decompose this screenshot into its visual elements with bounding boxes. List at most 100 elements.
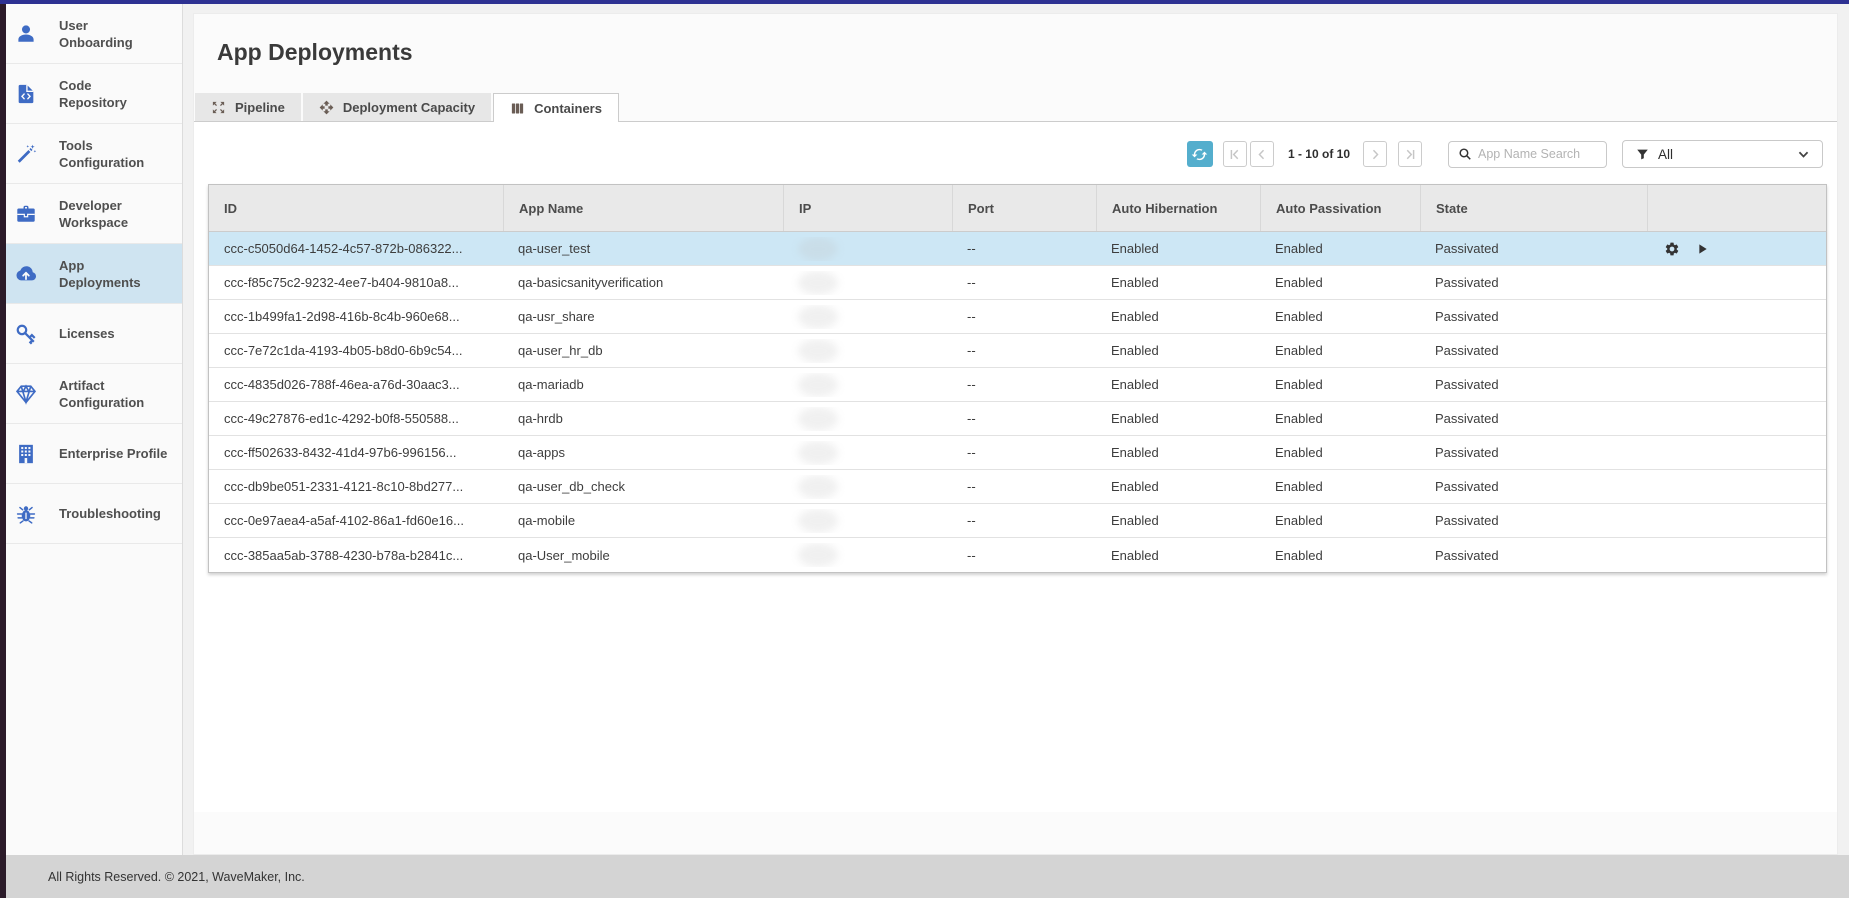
- cell-id: ccc-1b499fa1-2d98-416b-8c4b-960e68...: [209, 309, 503, 324]
- cell-port: --: [952, 343, 1096, 358]
- cell-state: Passivated: [1420, 479, 1647, 494]
- tab-deployment-capacity[interactable]: Deployment Capacity: [303, 93, 491, 121]
- cell-auto-passivation: Enabled: [1260, 513, 1420, 528]
- cell-ip: [783, 305, 952, 329]
- cell-auto-passivation: Enabled: [1260, 309, 1420, 324]
- content-panel: App Deployments PipelineDeployment Capac…: [193, 13, 1838, 855]
- cell-app-name: qa-usr_share: [503, 309, 783, 324]
- chevron-left-icon: [1255, 148, 1268, 161]
- magic-wand-icon: [15, 143, 37, 165]
- sidebar-item-label: Developer Workspace: [59, 197, 128, 231]
- cell-port: --: [952, 411, 1096, 426]
- last-page-button[interactable]: [1398, 141, 1422, 167]
- cell-app-name: qa-mobile: [503, 513, 783, 528]
- cell-app-name: qa-apps: [503, 445, 783, 460]
- filter-value: All: [1658, 147, 1797, 162]
- gem-icon: [15, 383, 37, 405]
- cell-auto-passivation: Enabled: [1260, 548, 1420, 563]
- table-row[interactable]: ccc-ff502633-8432-41d4-97b6-996156...qa-…: [209, 436, 1826, 470]
- cell-auto-hibernation: Enabled: [1096, 445, 1260, 460]
- refresh-button[interactable]: [1187, 141, 1213, 167]
- redacted-ip-blur: [798, 407, 838, 431]
- gear-icon[interactable]: [1664, 241, 1680, 257]
- cell-id: ccc-7e72c1da-4193-4b05-b8d0-6b9c54...: [209, 343, 503, 358]
- table-row[interactable]: ccc-7e72c1da-4193-4b05-b8d0-6b9c54...qa-…: [209, 334, 1826, 368]
- footer-text: All Rights Reserved. © 2021, WaveMaker, …: [48, 870, 305, 884]
- sidebar-item-enterprise-profile[interactable]: Enterprise Profile: [6, 424, 182, 484]
- app-name-search-input[interactable]: [1478, 147, 1606, 161]
- cell-state: Passivated: [1420, 411, 1647, 426]
- cell-app-name: qa-user_hr_db: [503, 343, 783, 358]
- next-page-button[interactable]: [1363, 141, 1387, 167]
- cell-auto-passivation: Enabled: [1260, 411, 1420, 426]
- cell-port: --: [952, 377, 1096, 392]
- search-box: [1448, 141, 1607, 168]
- table-row[interactable]: ccc-db9be051-2331-4121-8c10-8bd277...qa-…: [209, 470, 1826, 504]
- sidebar-item-troubleshooting[interactable]: Troubleshooting: [6, 484, 182, 544]
- cell-auto-passivation: Enabled: [1260, 479, 1420, 494]
- cell-port: --: [952, 275, 1096, 290]
- cell-port: --: [952, 548, 1096, 563]
- cell-id: ccc-49c27876-ed1c-4292-b0f8-550588...: [209, 411, 503, 426]
- cell-ip: [783, 373, 952, 397]
- cell-auto-passivation: Enabled: [1260, 275, 1420, 290]
- redacted-ip-blur: [798, 237, 838, 261]
- sidebar-item-code-repository[interactable]: Code Repository: [6, 64, 182, 124]
- cell-auto-hibernation: Enabled: [1096, 513, 1260, 528]
- footer: All Rights Reserved. © 2021, WaveMaker, …: [6, 855, 1849, 898]
- redacted-ip-blur: [798, 339, 838, 363]
- table-row[interactable]: ccc-385aa5ab-3788-4230-b78a-b2841c...qa-…: [209, 538, 1826, 572]
- cell-ip: [783, 407, 952, 431]
- sidebar-item-label: Artifact Configuration: [59, 377, 144, 411]
- cell-app-name: qa-mariadb: [503, 377, 783, 392]
- cell-id: ccc-db9be051-2331-4121-8c10-8bd277...: [209, 479, 503, 494]
- previous-page-button[interactable]: [1250, 141, 1274, 167]
- cell-auto-hibernation: Enabled: [1096, 343, 1260, 358]
- first-page-button[interactable]: [1223, 141, 1247, 167]
- tab-bar: PipelineDeployment CapacityContainers: [194, 94, 1837, 122]
- cell-state: Passivated: [1420, 275, 1647, 290]
- cell-auto-hibernation: Enabled: [1096, 411, 1260, 426]
- redacted-ip-blur: [798, 509, 838, 533]
- cell-state: Passivated: [1420, 513, 1647, 528]
- sidebar-item-label: Licenses: [59, 325, 115, 342]
- cell-app-name: qa-hrdb: [503, 411, 783, 426]
- search-icon: [1458, 147, 1472, 161]
- tab-pipeline[interactable]: Pipeline: [195, 93, 301, 121]
- column-header-actions: [1647, 185, 1826, 231]
- table-row[interactable]: ccc-0e97aea4-a5af-4102-86a1-fd60e16...qa…: [209, 504, 1826, 538]
- sidebar-item-tools-configuration[interactable]: Tools Configuration: [6, 124, 182, 184]
- key-icon: [15, 323, 37, 345]
- cell-ip: [783, 475, 952, 499]
- sidebar-item-user-onboarding[interactable]: User Onboarding: [6, 4, 182, 64]
- cell-ip: [783, 271, 952, 295]
- redacted-ip-blur: [798, 475, 838, 499]
- chevron-down-icon: [1797, 148, 1810, 161]
- cell-auto-passivation: Enabled: [1260, 343, 1420, 358]
- play-icon[interactable]: [1694, 241, 1710, 257]
- redacted-ip-blur: [798, 305, 838, 329]
- table-row[interactable]: ccc-49c27876-ed1c-4292-b0f8-550588...qa-…: [209, 402, 1826, 436]
- table-row[interactable]: ccc-f85c75c2-9232-4ee7-b404-9810a8...qa-…: [209, 266, 1826, 300]
- filter-dropdown[interactable]: All: [1622, 140, 1823, 168]
- cell-state: Passivated: [1420, 241, 1647, 256]
- cell-auto-passivation: Enabled: [1260, 377, 1420, 392]
- cell-port: --: [952, 513, 1096, 528]
- cell-id: ccc-0e97aea4-a5af-4102-86a1-fd60e16...: [209, 513, 503, 528]
- first-page-icon: [1228, 148, 1241, 161]
- cell-id: ccc-c5050d64-1452-4c57-872b-086322...: [209, 241, 503, 256]
- cell-actions: [1647, 241, 1826, 257]
- redacted-ip-blur: [798, 543, 838, 567]
- table-row[interactable]: ccc-c5050d64-1452-4c57-872b-086322...qa-…: [209, 232, 1826, 266]
- sidebar-item-app-deployments[interactable]: App Deployments: [6, 244, 182, 304]
- table-row[interactable]: ccc-1b499fa1-2d98-416b-8c4b-960e68...qa-…: [209, 300, 1826, 334]
- sidebar-item-developer-workspace[interactable]: Developer Workspace: [6, 184, 182, 244]
- sidebar-item-licenses[interactable]: Licenses: [6, 304, 182, 364]
- table-row[interactable]: ccc-4835d026-788f-46ea-a76d-30aac3...qa-…: [209, 368, 1826, 402]
- tab-containers[interactable]: Containers: [493, 93, 619, 122]
- containers-table: IDApp NameIPPortAuto HibernationAuto Pas…: [208, 184, 1827, 573]
- column-header-port: Port: [952, 185, 1096, 231]
- cell-state: Passivated: [1420, 309, 1647, 324]
- sidebar-item-artifact-configuration[interactable]: Artifact Configuration: [6, 364, 182, 424]
- page-title: App Deployments: [217, 39, 413, 66]
